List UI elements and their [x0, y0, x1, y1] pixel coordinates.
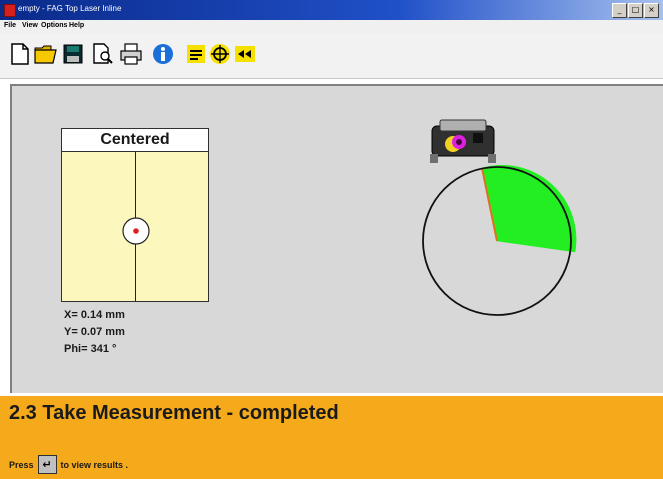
- target-icon: [210, 44, 230, 64]
- step-title: 2.3 Take Measurement - completed: [9, 402, 339, 424]
- alignment-icon: [235, 46, 255, 62]
- angle-dial: [422, 119, 577, 316]
- y-reading: Y= 0.07 mm: [64, 326, 125, 338]
- menu-view[interactable]: View: [22, 22, 38, 29]
- x-reading: X= 0.14 mm: [64, 309, 125, 321]
- title-bar: empty - FAG Top Laser Inline _ □ ×: [0, 0, 663, 20]
- status-panel: 2.3 Take Measurement - completed Press ↵…: [0, 396, 663, 479]
- hint-suffix: to view results .: [60, 459, 129, 470]
- menu-options[interactable]: Options: [41, 22, 67, 29]
- position-dot: [133, 228, 139, 234]
- open-folder-icon: [34, 45, 57, 64]
- hint-prefix: Press: [9, 459, 34, 470]
- save-button[interactable]: [61, 42, 85, 66]
- measurement-workspace: Centered X= 0.14 mm Y= 0.07 mm Phi= 341 …: [10, 84, 663, 393]
- menu-file[interactable]: File: [4, 22, 16, 29]
- menu-bar: File View Options Help: [0, 20, 663, 34]
- alignment-button[interactable]: [233, 42, 257, 66]
- dimensions-button[interactable]: [184, 42, 208, 66]
- enter-key-icon[interactable]: ↵: [37, 455, 57, 474]
- print-preview-button[interactable]: [91, 42, 115, 66]
- centering-status-label: Centered: [62, 129, 208, 152]
- print-button[interactable]: [119, 42, 143, 66]
- centering-panel: Centered: [61, 128, 209, 302]
- new-file-icon: [11, 43, 29, 65]
- dimensions-icon: [187, 45, 205, 63]
- save-disk-icon: [63, 44, 83, 64]
- menu-help[interactable]: Help: [69, 22, 84, 29]
- window-title: empty - FAG Top Laser Inline: [18, 4, 122, 13]
- printer-icon: [120, 43, 142, 65]
- window-controls: _ □ ×: [612, 3, 659, 18]
- status-hint: Press ↵ to view results .: [9, 455, 128, 474]
- toolbar: [0, 34, 663, 79]
- open-button[interactable]: [34, 42, 58, 66]
- close-button[interactable]: ×: [644, 3, 659, 18]
- sensor-icon: [430, 119, 496, 163]
- phi-reading: Phi= 341 °: [64, 343, 117, 355]
- target-button[interactable]: [208, 42, 232, 66]
- app-icon: [4, 4, 16, 17]
- new-file-button[interactable]: [8, 42, 32, 66]
- maximize-button[interactable]: □: [628, 3, 643, 18]
- info-button[interactable]: [151, 42, 175, 66]
- target-crosshair-icon: [122, 217, 150, 245]
- print-preview-icon: [93, 43, 113, 64]
- minimize-button[interactable]: _: [612, 3, 627, 18]
- info-icon: [153, 44, 173, 64]
